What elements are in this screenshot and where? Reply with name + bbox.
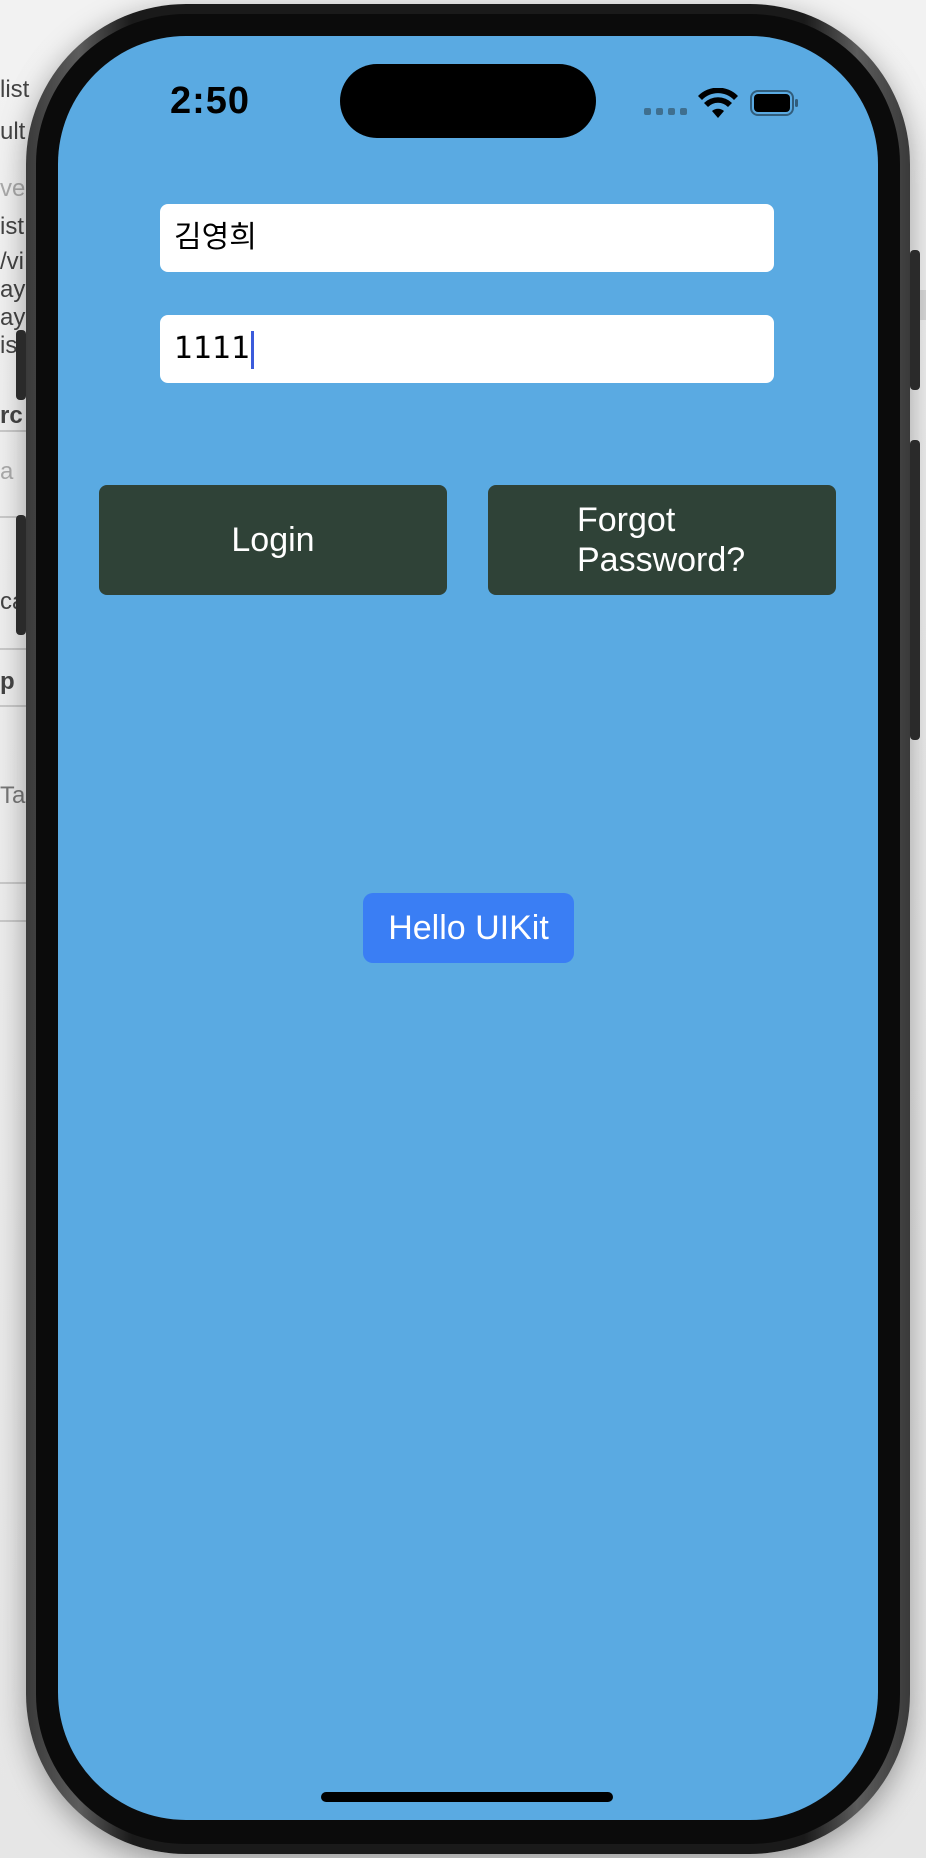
hello-uikit-label: Hello UIKit: [388, 908, 549, 947]
battery-icon: [750, 90, 798, 116]
backdrop-text: /vi: [0, 248, 24, 275]
simulator-screen: 2:50 김영희 1111 Login Forgot Password? Hel…: [58, 36, 878, 1820]
login-button-label: Login: [231, 520, 315, 559]
forgot-password-button[interactable]: Forgot Password?: [488, 485, 836, 595]
backdrop-text: p: [0, 668, 15, 695]
volume-button: [16, 330, 26, 400]
username-value: 김영희: [174, 220, 257, 255]
home-indicator[interactable]: [321, 1792, 613, 1802]
hello-uikit-button[interactable]: Hello UIKit: [363, 893, 574, 963]
backdrop-text: ult: [0, 118, 26, 145]
backdrop-text: rc: [0, 402, 23, 429]
backdrop-text: list: [0, 76, 30, 103]
backdrop-text: ve: [0, 175, 26, 202]
cellular-signal-icon: [644, 108, 687, 115]
wifi-icon: [698, 88, 738, 118]
backdrop-text: a: [0, 458, 14, 485]
forgot-password-label: Forgot Password?: [577, 501, 746, 579]
side-button: [910, 440, 920, 740]
backdrop-text: is: [0, 332, 18, 359]
login-button[interactable]: Login: [99, 485, 447, 595]
password-value: 1111: [174, 331, 251, 366]
status-time: 2:50: [170, 80, 251, 122]
backdrop-text: ist: [0, 213, 24, 240]
text-cursor: [251, 330, 255, 369]
dynamic-island: [340, 64, 596, 138]
username-field[interactable]: 김영희: [160, 204, 774, 272]
password-field[interactable]: 1111: [160, 315, 774, 383]
backdrop-text: Ta: [0, 782, 26, 809]
volume-button: [16, 515, 26, 635]
side-button: [910, 250, 920, 390]
